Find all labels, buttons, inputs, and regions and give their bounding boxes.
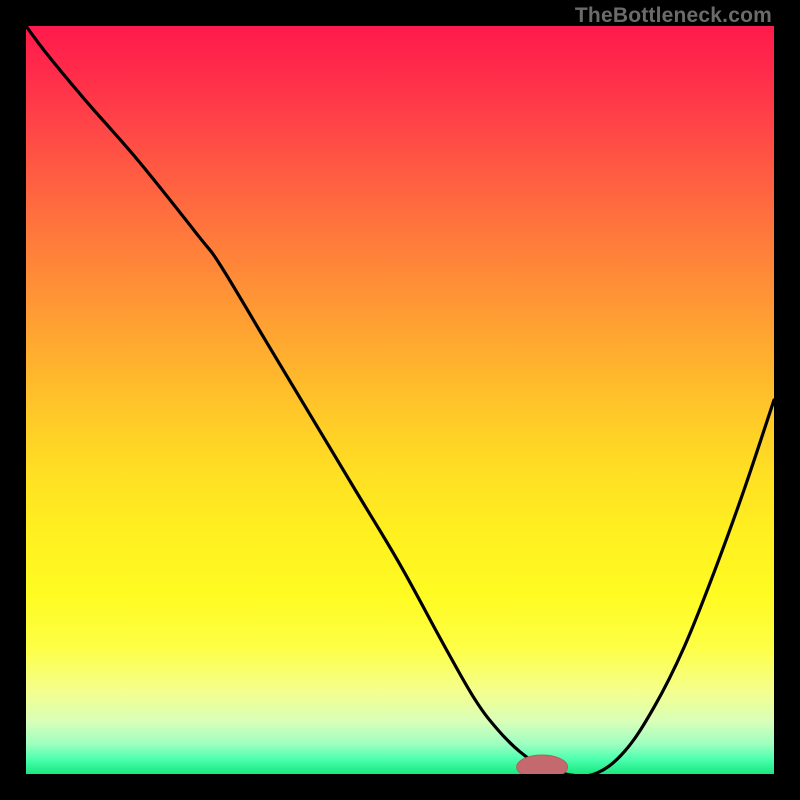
chart-svg-layer	[26, 26, 774, 774]
bottleneck-curve	[26, 26, 774, 774]
watermark-text: TheBottleneck.com	[575, 4, 772, 28]
chart-frame: TheBottleneck.com	[0, 0, 800, 800]
optimal-point-marker	[517, 755, 568, 774]
